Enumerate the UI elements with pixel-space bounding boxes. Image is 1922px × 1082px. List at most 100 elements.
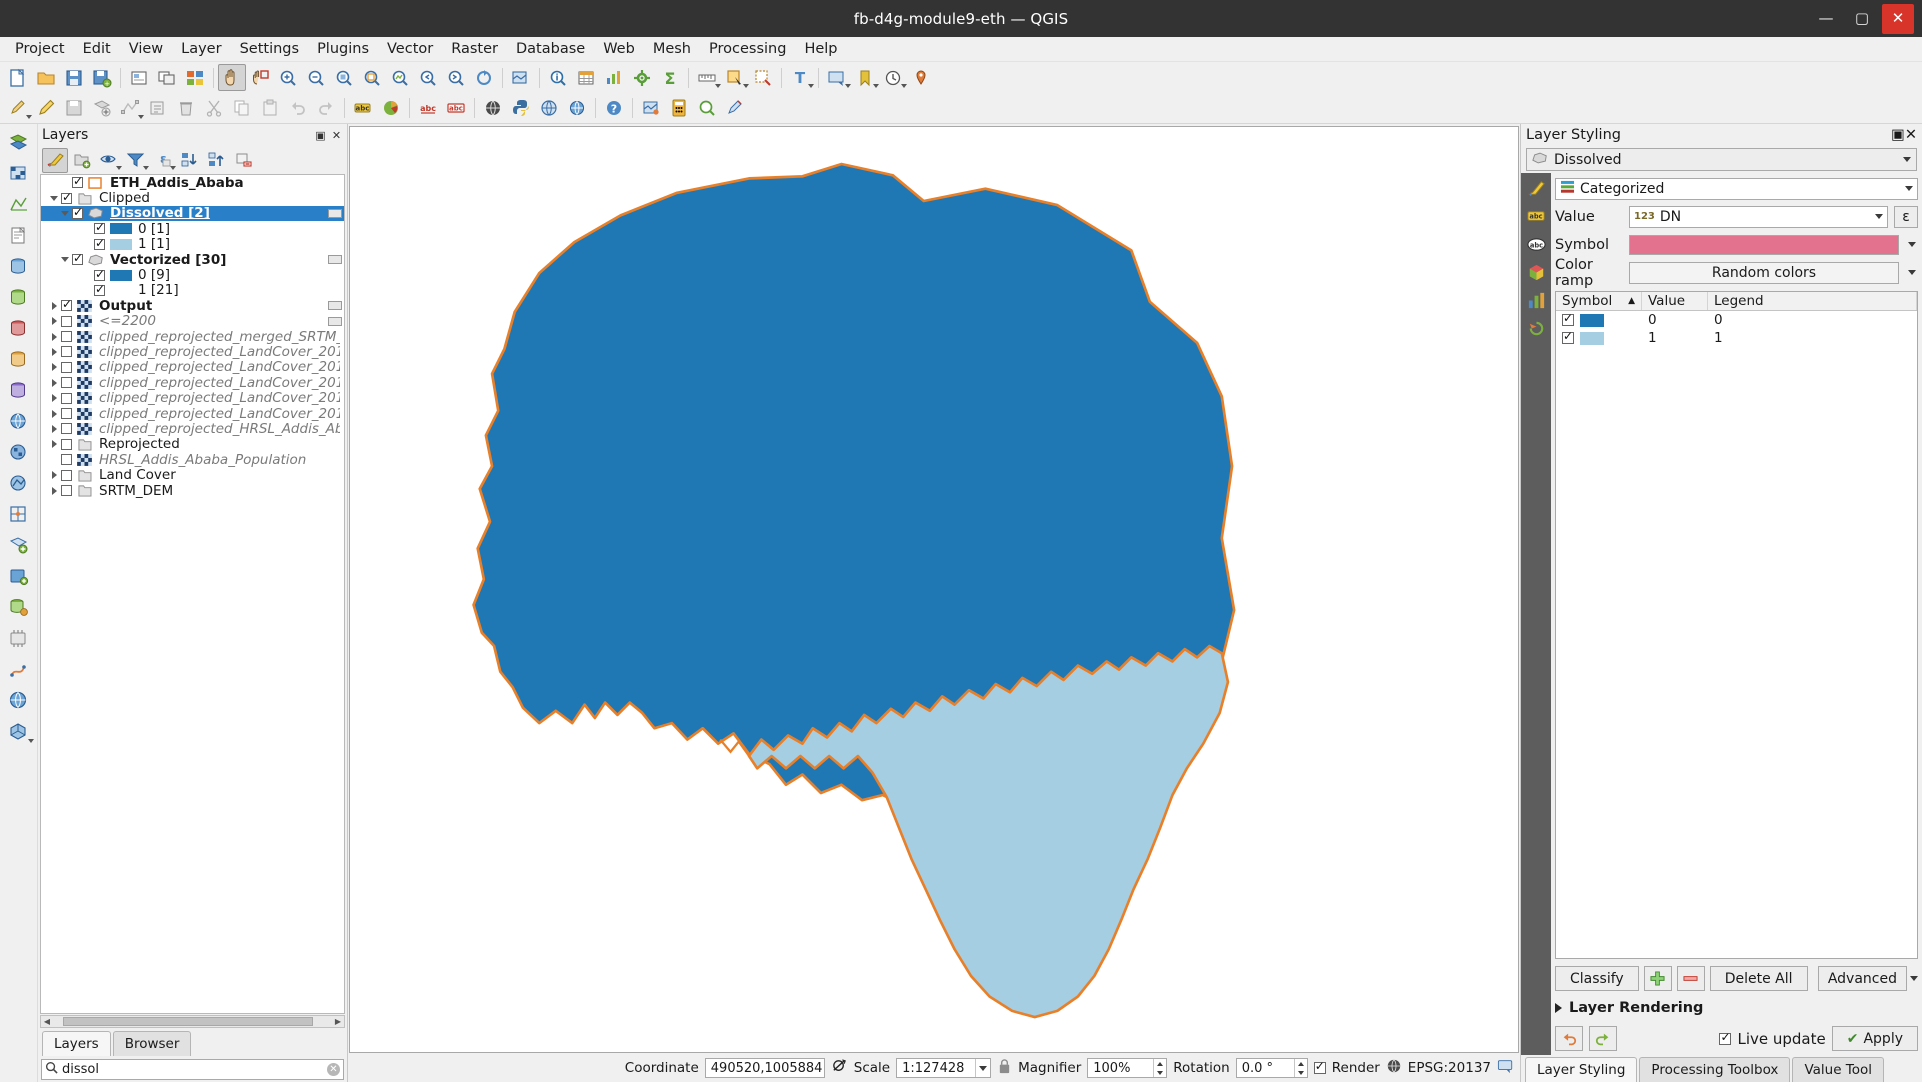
zoom-out-icon[interactable] (302, 64, 330, 91)
add-feature-icon[interactable] (88, 95, 116, 122)
expand-all-icon[interactable] (177, 148, 203, 173)
add-postgis-layer-icon[interactable] (4, 252, 34, 281)
processing-toolbox-icon[interactable] (628, 64, 656, 91)
collapse-arrow-icon[interactable] (58, 257, 72, 263)
raster-calculator-icon[interactable] (665, 95, 693, 122)
close-button[interactable]: ✕ (1882, 3, 1914, 34)
render-checkbox[interactable] (1313, 1059, 1326, 1074)
open-attribute-table-icon[interactable] (572, 64, 600, 91)
layer-tree-row[interactable]: Land Cover (41, 467, 344, 483)
layer-visibility-checkbox[interactable] (61, 392, 72, 404)
show-layouts-icon[interactable] (181, 64, 209, 91)
layer-tree-row[interactable]: clipped_reprojected_HRSL_Addis_Abab (41, 421, 344, 437)
add-pin-icon[interactable] (907, 64, 935, 91)
chevron-down-icon[interactable] (975, 1059, 990, 1077)
add-raster-layer-icon[interactable] (4, 159, 34, 188)
category-checkbox[interactable] (1562, 311, 1574, 326)
collapse-arrow-icon[interactable] (47, 195, 61, 201)
new-map-view-icon[interactable] (507, 64, 535, 91)
add-delimited-text-layer-icon[interactable] (4, 221, 34, 250)
symbology-tab-icon[interactable] (1524, 177, 1548, 199)
category-symbol[interactable] (1580, 331, 1604, 345)
category-checkbox[interactable] (1562, 329, 1574, 344)
expand-arrow-icon[interactable] (47, 440, 61, 449)
advanced-menu[interactable]: Advanced (1817, 966, 1918, 991)
search-input[interactable]: dissol ✕ (41, 1058, 344, 1080)
add-mssql-layer-icon[interactable] (4, 314, 34, 343)
expand-arrow-icon[interactable] (47, 332, 61, 341)
add-3d-layer-icon[interactable] (4, 717, 34, 746)
expand-arrow-icon[interactable] (47, 394, 61, 403)
layer-visibility-checkbox[interactable] (61, 423, 72, 435)
collapse-all-icon[interactable] (204, 148, 230, 173)
expand-arrow-icon[interactable] (47, 363, 61, 372)
expand-arrow-icon[interactable] (47, 424, 61, 433)
layer-tree-row[interactable]: Output (41, 297, 344, 314)
classify-button[interactable]: Classify (1555, 966, 1639, 991)
temporal-controller-icon[interactable] (879, 64, 907, 91)
delete-selected-icon[interactable] (172, 95, 200, 122)
layer-visibility-checkbox[interactable] (61, 361, 72, 373)
category-row[interactable]: 11 (1556, 329, 1917, 347)
add-category-button[interactable] (1643, 966, 1672, 991)
renderer-combo[interactable]: Categorized (1555, 177, 1918, 200)
open-data-source-manager-icon[interactable] (4, 686, 34, 715)
zoom-to-layer-icon[interactable] (386, 64, 414, 91)
add-group-icon[interactable] (69, 148, 95, 173)
layer-visibility-checkbox[interactable] (61, 346, 72, 358)
column-value[interactable]: Value (1642, 292, 1708, 310)
expand-arrow-icon[interactable] (47, 317, 61, 326)
delete-all-button[interactable]: Delete All (1709, 966, 1808, 991)
tab-layers[interactable]: Layers (42, 1031, 111, 1056)
layers-panel-close-button[interactable]: ✕ (330, 129, 343, 142)
tab-browser[interactable]: Browser (112, 1031, 192, 1056)
layer-visibility-checkbox[interactable] (72, 251, 83, 266)
freehand-raster-icon[interactable] (721, 95, 749, 122)
chevron-down-icon[interactable] (143, 165, 149, 170)
open-layer-styling-panel-icon[interactable] (42, 147, 68, 173)
menu-layer[interactable]: Layer (172, 38, 230, 60)
add-oracle-layer-icon[interactable] (4, 345, 34, 374)
chevron-down-icon[interactable] (116, 165, 122, 170)
layer-tree-row[interactable]: clipped_reprojected_LandCover_2018 (41, 359, 344, 375)
add-wfs-layer-icon[interactable] (4, 469, 34, 498)
filter-legend-expression-icon[interactable]: ε (150, 148, 176, 173)
delete-category-button[interactable] (1676, 966, 1705, 991)
toggle-editing-icon[interactable] (32, 95, 60, 122)
layer-visibility-checkbox[interactable] (94, 282, 105, 296)
scroll-left-icon[interactable]: ◀ (41, 1017, 53, 1026)
value-field-combo[interactable]: 123 DN (1629, 205, 1888, 228)
menu-mesh[interactable]: Mesh (644, 38, 700, 60)
layer-tree-row[interactable]: clipped_reprojected_merged_SRTM_DE (41, 329, 344, 345)
layer-tree-row[interactable]: clipped_reprojected_LandCover_2017 (41, 375, 344, 391)
new-shapefile-layer-icon[interactable] (4, 531, 34, 560)
menu-help[interactable]: Help (795, 38, 846, 60)
magnifier-stepper[interactable] (1153, 1059, 1166, 1077)
column-legend[interactable]: Legend (1708, 292, 1917, 310)
menu-view[interactable]: View (120, 38, 172, 60)
layer-visibility-checkbox[interactable] (61, 297, 72, 312)
pan-to-selection-icon[interactable] (246, 64, 274, 91)
add-wms-layer-icon[interactable] (4, 407, 34, 436)
filter-legend-icon[interactable] (123, 148, 149, 173)
georeferencer-icon[interactable] (637, 95, 665, 122)
magnifier-spinbox[interactable]: 100% (1087, 1058, 1168, 1078)
current-edits-icon[interactable] (4, 95, 32, 122)
add-wcs-layer-icon[interactable] (4, 438, 34, 467)
copy-features-icon[interactable] (228, 95, 256, 122)
category-row[interactable]: 00 (1556, 311, 1917, 329)
layer-tree-row[interactable]: ETH_Addis_Ababa (41, 175, 344, 191)
maximize-button[interactable]: ▢ (1846, 4, 1878, 34)
layer-selector-combo[interactable]: Dissolved (1526, 148, 1917, 171)
pan-map-icon[interactable] (218, 64, 246, 91)
coordinate-value[interactable]: 490520,1005884 (704, 1058, 825, 1078)
new-print-layout-icon[interactable] (125, 64, 153, 91)
layer-visibility-checkbox[interactable] (94, 267, 105, 281)
chevron-down-icon[interactable] (1905, 270, 1918, 275)
history-tab-icon[interactable] (1524, 317, 1548, 339)
3d-view-tab-icon[interactable] (1524, 261, 1548, 283)
menu-plugins[interactable]: Plugins (308, 38, 378, 60)
redo-edit-icon[interactable] (312, 95, 340, 122)
layer-edit-indicator[interactable] (328, 208, 342, 218)
layer-edit-indicator[interactable] (328, 316, 342, 326)
